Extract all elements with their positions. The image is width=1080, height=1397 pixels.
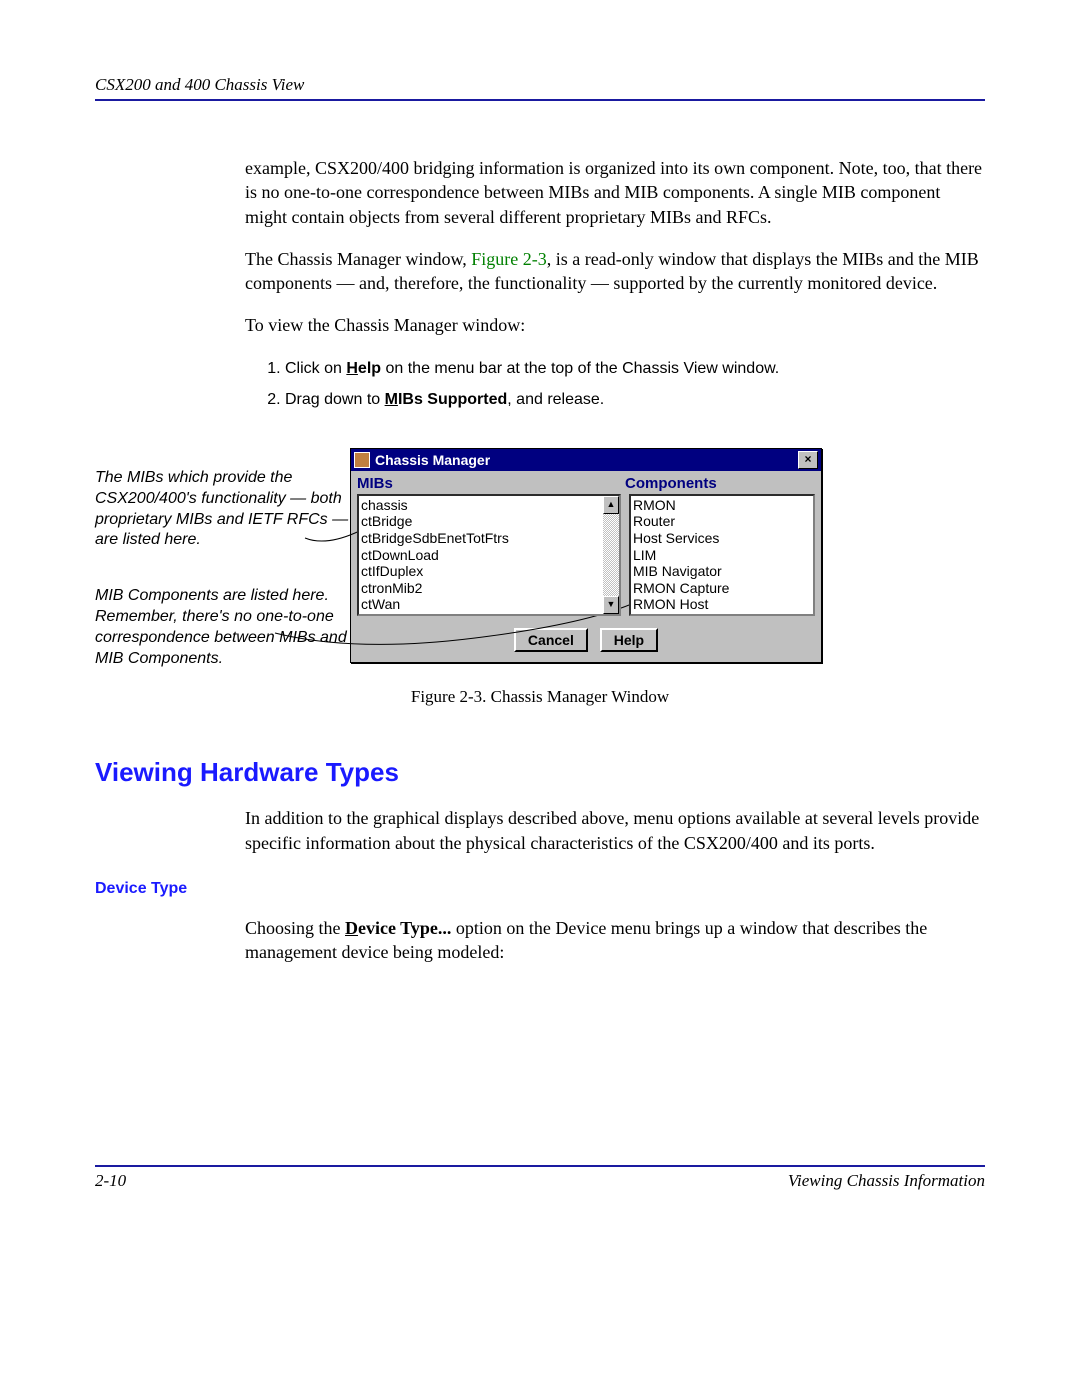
callout-components: MIB Components are listed here. Remember… — [95, 586, 350, 669]
para-howto: To view the Chassis Manager window: — [245, 313, 985, 337]
step-1: Click on Help on the menu bar at the top… — [285, 356, 985, 382]
step2-pre: Drag down to — [285, 391, 385, 408]
page-header: CSX200 and 400 Chassis View — [95, 75, 985, 101]
list-item[interactable]: ctBridge — [361, 513, 601, 530]
heading-device-type: Device Type — [95, 880, 985, 898]
figure-area: The MIBs which provide the CSX200/400's … — [95, 448, 985, 669]
components-listbox[interactable]: RMON Router Host Services LIM MIB Naviga… — [629, 494, 815, 616]
list-item[interactable]: RMON — [633, 497, 811, 514]
help-button[interactable]: Help — [600, 628, 658, 652]
figure-caption: Figure 2-3. Chassis Manager Window — [95, 687, 985, 707]
titlebar: Chassis Manager × — [351, 449, 821, 471]
para5-mnemonic: D — [345, 918, 358, 938]
list-item[interactable]: ctBridgeSdbEnetTotFtrs — [361, 530, 601, 547]
para-hardware-types: In addition to the graphical displays de… — [245, 806, 985, 855]
step-2: Drag down to MIBs Supported, and release… — [285, 387, 985, 413]
column-labels: MIBs Components — [351, 471, 821, 494]
close-button[interactable]: × — [798, 451, 818, 469]
list-item[interactable]: LIM — [633, 547, 811, 564]
list-item[interactable]: Host Services — [633, 530, 811, 547]
list-item[interactable]: ctDownLoad — [361, 547, 601, 564]
list-item[interactable]: chassis — [361, 497, 601, 514]
steps-list: Click on Help on the menu bar at the top… — [245, 356, 985, 413]
step2-mnemonic: M — [385, 391, 398, 408]
list-item[interactable]: Router — [633, 513, 811, 530]
figure-2-3-link[interactable]: Figure 2-3 — [471, 249, 547, 269]
step1-post: on the menu bar at the top of the Chassi… — [381, 360, 779, 377]
components-list: RMON Router Host Services LIM MIB Naviga… — [631, 496, 813, 614]
para2-pre: The Chassis Manager window, — [245, 249, 471, 269]
page-number: 2-10 — [95, 1171, 126, 1191]
callouts-column: The MIBs which provide the CSX200/400's … — [95, 448, 350, 669]
list-item[interactable]: RMON Host — [633, 596, 811, 613]
step2-post: , and release. — [507, 391, 604, 408]
step1-rest: elp — [358, 360, 381, 377]
scroll-down-icon[interactable]: ▼ — [603, 596, 619, 614]
window-title: Chassis Manager — [375, 452, 798, 468]
list-item[interactable]: ctWan — [361, 596, 601, 613]
para-intro-2: The Chassis Manager window, Figure 2-3, … — [245, 247, 985, 296]
list-item[interactable]: MIB Navigator — [633, 563, 811, 580]
page-footer: 2-10 Viewing Chassis Information — [95, 1165, 985, 1191]
window-icon — [354, 452, 370, 468]
scroll-up-icon[interactable]: ▲ — [603, 496, 619, 514]
scroll-track[interactable] — [603, 514, 619, 596]
footer-section: Viewing Chassis Information — [788, 1171, 985, 1191]
list-item[interactable]: RMON Capture — [633, 580, 811, 597]
step2-rest: IBs Supported — [398, 391, 507, 408]
step1-mnemonic: H — [346, 360, 358, 377]
list-item[interactable]: ctIfDuplex — [361, 563, 601, 580]
lists-row: chassis ctBridge ctBridgeSdbEnetTotFtrs … — [351, 494, 821, 624]
mibs-listbox[interactable]: chassis ctBridge ctBridgeSdbEnetTotFtrs … — [357, 494, 621, 616]
para5-rest: evice Type... — [358, 918, 451, 938]
button-row: Cancel Help — [351, 624, 821, 662]
heading-viewing-hardware-types: Viewing Hardware Types — [95, 757, 985, 788]
mibs-list: chassis ctBridge ctBridgeSdbEnetTotFtrs … — [359, 496, 603, 614]
para5-pre: Choosing the — [245, 918, 345, 938]
list-item[interactable]: ctronMib2 — [361, 580, 601, 597]
para-device-type: Choosing the Device Type... option on th… — [245, 916, 985, 965]
para-intro-1: example, CSX200/400 bridging information… — [245, 156, 985, 229]
step1-pre: Click on — [285, 360, 346, 377]
label-components: Components — [625, 475, 815, 492]
chassis-manager-window: Chassis Manager × MIBs Components chassi… — [350, 448, 822, 663]
label-mibs: MIBs — [357, 475, 625, 492]
mibs-scrollbar[interactable]: ▲ ▼ — [603, 496, 619, 614]
cancel-button[interactable]: Cancel — [514, 628, 588, 652]
callout-mibs: The MIBs which provide the CSX200/400's … — [95, 468, 350, 551]
